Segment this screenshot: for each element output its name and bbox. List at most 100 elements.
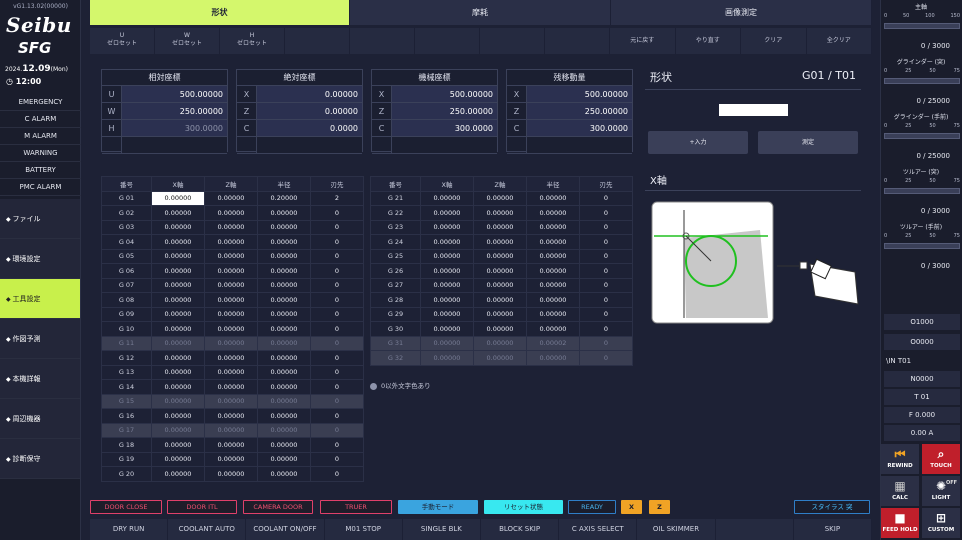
offset-cell[interactable]: 0.00000 — [204, 350, 258, 366]
offset-cell[interactable]: 0.00000 — [473, 190, 527, 206]
offset-cell[interactable]: 0.00000 — [473, 350, 527, 366]
offset-cell[interactable]: 0.00000 — [526, 306, 580, 322]
offset-cell[interactable]: 0.00000 — [151, 321, 205, 337]
offset-cell[interactable]: 0 — [579, 335, 633, 351]
offset-cell[interactable]: 0.00000 — [257, 248, 311, 264]
offset-cell[interactable]: 0.00000 — [151, 190, 205, 206]
offset-cell[interactable]: 0.00000 — [526, 248, 580, 264]
offset-cell[interactable]: 0.00000 — [257, 292, 311, 308]
offset-cell[interactable]: 0 — [310, 292, 364, 308]
offset-cell[interactable]: 0.00000 — [473, 335, 527, 351]
offset-cell[interactable]: 0.00000 — [151, 364, 205, 380]
offset-cell[interactable]: 0 — [579, 234, 633, 250]
offset-cell[interactable]: 0 — [310, 263, 364, 279]
offset-cell[interactable]: 0.00000 — [420, 205, 474, 221]
offset-cell[interactable]: 0.00000 — [151, 292, 205, 308]
offset-cell[interactable]: 0.00000 — [257, 422, 311, 438]
offset-cell[interactable]: 0.00000 — [526, 234, 580, 250]
feed-hold-button[interactable]: ■ FEED HOLD — [881, 508, 919, 538]
offset-cell[interactable]: 0.00002 — [526, 335, 580, 351]
offset-cell[interactable]: 0.00000 — [151, 408, 205, 424]
bottom-button-1[interactable]: COOLANT AUTO — [168, 519, 247, 540]
program-prog2[interactable]: O0000 — [884, 334, 960, 351]
offset-cell[interactable]: 0.00000 — [473, 234, 527, 250]
offset-cell[interactable]: 0.00000 — [526, 263, 580, 279]
offset-cell[interactable]: 0.00000 — [420, 306, 474, 322]
sidebar-item-6[interactable]: ◆ 診断保守 — [0, 439, 80, 479]
offset-cell[interactable]: 0.00000 — [257, 219, 311, 235]
offset-cell[interactable]: 0 — [310, 248, 364, 264]
tab-0[interactable]: 形状 — [90, 0, 350, 25]
shape-input[interactable] — [719, 104, 788, 116]
offset-cell[interactable]: 0.00000 — [420, 234, 474, 250]
offset-cell[interactable]: 0.00000 — [473, 292, 527, 308]
offset-cell[interactable]: 0.00000 — [151, 393, 205, 409]
offset-cell[interactable]: 0.00000 — [526, 321, 580, 337]
offset-cell[interactable]: 2 — [310, 190, 364, 206]
bottom-button-0[interactable]: DRY RUN — [90, 519, 169, 540]
offset-cell[interactable]: 0.00000 — [204, 219, 258, 235]
edit-button-2[interactable]: クリア — [741, 28, 807, 54]
offset-cell[interactable]: 0 — [310, 451, 364, 467]
sidebar-item-1[interactable]: ◆ 環境設定 — [0, 239, 80, 279]
offset-cell[interactable]: 0 — [310, 350, 364, 366]
offset-cell[interactable]: 0.00000 — [204, 263, 258, 279]
offset-cell[interactable]: 0.00000 — [204, 292, 258, 308]
offset-cell[interactable]: 0.00000 — [204, 321, 258, 337]
offset-cell[interactable]: 0.00000 — [204, 422, 258, 438]
offset-cell[interactable]: 0.00000 — [526, 190, 580, 206]
offset-cell[interactable]: 0.00000 — [420, 335, 474, 351]
offset-cell[interactable]: 0.00000 — [151, 466, 205, 482]
offset-cell[interactable]: 0.00000 — [204, 379, 258, 395]
offset-cell[interactable]: 0.00000 — [526, 219, 580, 235]
offset-cell[interactable]: 0.00000 — [473, 277, 527, 293]
offset-cell[interactable]: 0.00000 — [151, 335, 205, 351]
bottom-button-7[interactable]: OIL SKIMMER — [637, 519, 716, 540]
offset-cell[interactable]: 0.00000 — [204, 451, 258, 467]
measure-button[interactable]: 測定 — [758, 131, 858, 154]
offset-cell[interactable]: 0.00000 — [473, 205, 527, 221]
offset-cell[interactable]: 0.00000 — [420, 248, 474, 264]
offset-cell[interactable]: 0.00000 — [204, 364, 258, 380]
offset-cell[interactable]: 0.00000 — [420, 292, 474, 308]
sidebar-item-2[interactable]: ◆ 工具設定 — [0, 279, 80, 319]
offset-cell[interactable]: 0 — [310, 234, 364, 250]
light-button[interactable]: ✺ LIGHT OFF — [922, 476, 960, 506]
offset-cell[interactable]: 0.00000 — [151, 277, 205, 293]
bottom-button-4[interactable]: SINGLE BLK — [402, 519, 481, 540]
offset-cell[interactable]: 0.00000 — [151, 379, 205, 395]
offset-cell[interactable]: 0 — [579, 292, 633, 308]
offset-cell[interactable]: 0 — [310, 393, 364, 409]
bottom-button-8[interactable] — [715, 519, 794, 540]
sidebar-item-4[interactable]: ◆ 本機詳報 — [0, 359, 80, 399]
offset-cell[interactable]: 0 — [579, 277, 633, 293]
offset-cell[interactable]: 0.00000 — [151, 451, 205, 467]
offset-cell[interactable]: 0.00000 — [526, 205, 580, 221]
offset-cell[interactable]: 0 — [310, 364, 364, 380]
offset-cell[interactable]: 0.20000 — [257, 190, 311, 206]
program-prog1[interactable]: O1000 — [884, 314, 960, 331]
offset-cell[interactable]: 0.00000 — [420, 190, 474, 206]
offset-cell[interactable]: 0.00000 — [257, 306, 311, 322]
offset-cell[interactable]: 0.00000 — [420, 263, 474, 279]
offset-cell[interactable]: 0 — [579, 190, 633, 206]
offset-cell[interactable]: 0.00000 — [151, 306, 205, 322]
offset-cell[interactable]: 0.00000 — [204, 466, 258, 482]
offset-cell[interactable]: 0 — [310, 422, 364, 438]
calc-button[interactable]: ▦ CALC — [881, 476, 919, 506]
offset-cell[interactable]: 0 — [579, 350, 633, 366]
offset-cell[interactable]: 0.00000 — [204, 277, 258, 293]
offset-cell[interactable]: 0.00000 — [473, 248, 527, 264]
offset-cell[interactable]: 0 — [310, 219, 364, 235]
tab-2[interactable]: 画像測定 — [611, 0, 872, 25]
offset-cell[interactable]: 0.00000 — [473, 321, 527, 337]
offset-cell[interactable]: 0 — [310, 321, 364, 337]
offset-cell[interactable]: 0.00000 — [151, 205, 205, 221]
offset-cell[interactable]: 0.00000 — [204, 335, 258, 351]
offset-cell[interactable]: 0.00000 — [257, 379, 311, 395]
offset-cell[interactable]: 0 — [310, 306, 364, 322]
zero-set-button-u[interactable]: U ゼロセット — [90, 28, 155, 54]
touch-button[interactable]: ⌕ TOUCH — [922, 444, 960, 474]
bottom-button-5[interactable]: BLOCK SKIP — [481, 519, 560, 540]
offset-cell[interactable]: 0.00000 — [420, 350, 474, 366]
